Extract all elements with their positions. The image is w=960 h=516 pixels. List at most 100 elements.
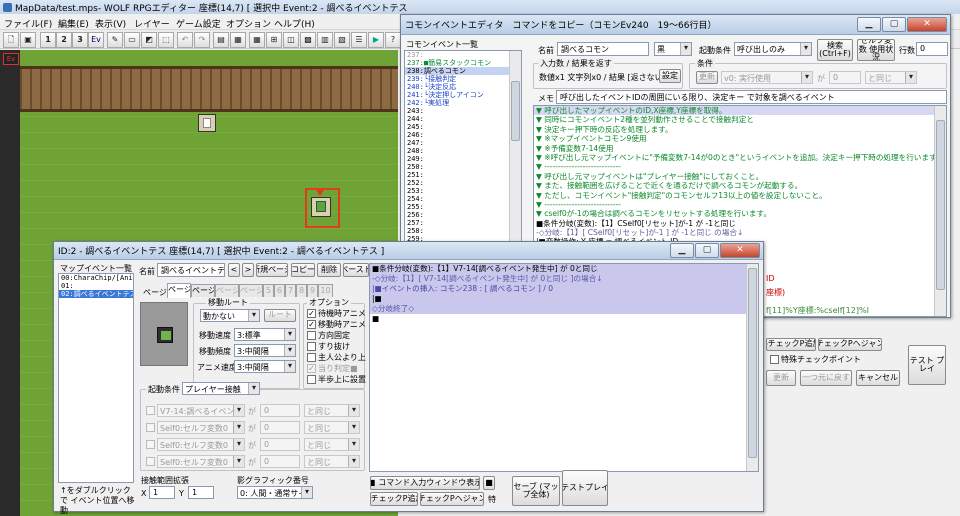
common-command-line[interactable]: ▼ 呼び出したマップイベントのID,X座標,Y座標を取得。 — [534, 106, 946, 116]
map-test-play-button[interactable]: テストプレイ — [562, 470, 608, 506]
paste-page-button[interactable]: ペースト — [343, 263, 369, 277]
contact-x-input[interactable]: 1 — [149, 486, 175, 499]
option-checkbox[interactable]: すり抜け — [307, 341, 350, 352]
common-command-scrollbar[interactable] — [934, 106, 946, 316]
common-list-item[interactable]: 242:└実処理 — [405, 99, 521, 107]
common-list-item[interactable]: 253: — [405, 187, 521, 195]
cond-num-input[interactable]: 0 — [829, 71, 861, 84]
common-command-line[interactable]: ▼ 呼び出し元マップイベントは"プレイヤー接触"にしておくこと。 — [534, 172, 946, 181]
select-tool-icon[interactable]: ⬚ — [158, 32, 174, 48]
maximize-icon[interactable]: ▢ — [695, 243, 719, 258]
common-command-line[interactable]: -◇分岐:【1】[ CSelf0[リセット]が-1 ] が -1と同じ の場合↓ — [534, 228, 946, 237]
cond-update-button[interactable]: 更新 — [696, 71, 718, 84]
common-list-item[interactable]: 255: — [405, 203, 521, 211]
option-checkbox[interactable]: ✓ 待機時アニメ — [307, 308, 366, 319]
fill-tool-icon[interactable]: ◩ — [141, 32, 157, 48]
common-list-item[interactable]: 254: — [405, 195, 521, 203]
anim-speed-select[interactable]: 3:中間隔 — [234, 360, 296, 373]
tab-page-5[interactable]: 5 — [263, 284, 274, 297]
common-checkpoint-next-button[interactable]: 次チェックPへジャンプ — [818, 338, 882, 351]
common-list-item[interactable]: 237:■簡易スタックコモン — [405, 59, 521, 67]
tab-page-9[interactable]: 9 — [307, 284, 318, 297]
new-page-button[interactable]: 新規ページ — [256, 263, 288, 277]
cond-row-var-select[interactable]: V7-14:調べるイベント発 — [157, 404, 245, 417]
option-checkbox-box[interactable] — [307, 353, 316, 362]
move-type-select[interactable]: 動かない — [200, 309, 260, 322]
delete-page-button[interactable]: 削除 — [317, 263, 341, 277]
cond-row-var-select[interactable]: Self0:セルフ変数0 — [157, 455, 245, 468]
map-event-command-line[interactable]: ■条件分岐(変数):【1】V7-14[調べるイベント発生中] が 0と同じ — [370, 264, 758, 274]
save-map-button[interactable]: セーブ (マップ全体) — [512, 476, 560, 506]
redo-icon[interactable]: ↷ — [194, 32, 210, 48]
layer-view-icon[interactable]: ▥ — [317, 32, 333, 48]
common-list-item[interactable]: 241:└決定押しアイコン — [405, 91, 521, 99]
map-event-command-line[interactable]: |■イベントの挿入: コモン238 : [ 調べるコモン ] / 0 — [370, 284, 758, 294]
map-event-command-scrollbar[interactable] — [746, 264, 758, 471]
next-page-button[interactable]: > — [242, 263, 254, 277]
tab-page-6[interactable]: 6 — [274, 284, 285, 297]
common-list-item[interactable]: 249: — [405, 155, 521, 163]
common-event-icon[interactable]: ▦ — [230, 32, 246, 48]
common-list-item[interactable]: 238:調べるコモン — [405, 67, 521, 75]
option-checkbox-box[interactable]: ✓ — [307, 309, 316, 318]
map-event-sign[interactable] — [198, 114, 216, 132]
common-command-line[interactable]: ▼ ※マップイベントコモン9使用 — [534, 134, 946, 143]
cond-row-checkbox[interactable] — [146, 457, 155, 466]
common-command-line[interactable]: ▼ ※予備変数7-14使用 — [534, 144, 946, 153]
map-event-list-item[interactable]: 01: — [59, 282, 133, 290]
event-graphic-preview[interactable] — [140, 302, 188, 366]
common-command-line[interactable]: ▼ 同時にコモンイベント2種を並列動作させることで接触判定と — [534, 115, 946, 124]
database-icon[interactable]: ▤ — [213, 32, 229, 48]
option-checkbox-box[interactable]: ✓ — [307, 364, 316, 373]
move-freq-select[interactable]: 3:中間隔 — [234, 344, 296, 357]
start-cond-select[interactable]: プレイヤー接触 — [182, 382, 260, 395]
map-event-list-item[interactable]: 00:CharaChip/[Animal] — [59, 274, 133, 282]
close-icon[interactable]: ✕ — [907, 17, 947, 32]
common-checkpoint-add-button[interactable]: ◆チェックP追加 — [766, 338, 816, 351]
layer-2-button[interactable]: 2 — [56, 32, 72, 48]
option-checkbox[interactable]: 主人公より上 — [307, 352, 366, 363]
cond-row-num-input[interactable]: 0 — [260, 404, 300, 417]
common-list-item[interactable]: 244: — [405, 115, 521, 123]
move-speed-select[interactable]: 3:標準 — [234, 328, 296, 341]
special-checkpoint-check[interactable]: 特殊チェックポイント — [770, 354, 861, 365]
common-list-item[interactable]: 240:└決定反応 — [405, 83, 521, 91]
option-checkbox-box[interactable]: ✓ — [307, 320, 316, 329]
common-command-line[interactable]: ▼ cself0が-1の場合は調べるコモンをリセットする処理を行います。 — [534, 209, 946, 218]
cond-row-checkbox[interactable] — [146, 440, 155, 449]
contact-y-input[interactable]: 1 — [188, 486, 214, 499]
common-command-line[interactable]: ▼ ---------------------------- — [534, 162, 946, 171]
trigger-select[interactable]: 呼び出しのみ — [734, 42, 812, 56]
tab-page-7[interactable]: 7 — [285, 284, 296, 297]
option-checkbox-box[interactable] — [307, 331, 316, 340]
search-button[interactable]: 検索 (Ctrl+F) — [817, 39, 853, 61]
common-list-item[interactable]: 251: — [405, 171, 521, 179]
option-checkbox[interactable]: 方向固定 — [307, 330, 350, 341]
route-button[interactable]: ルート — [264, 309, 296, 322]
prev-page-button[interactable]: < — [228, 263, 240, 277]
pencil-icon[interactable]: ✎ — [107, 32, 123, 48]
cond-row-var-select[interactable]: Self0:セルフ変数0 — [157, 438, 245, 451]
common-list-item[interactable]: 250: — [405, 163, 521, 171]
map-event-command-list[interactable]: ■条件分岐(変数):【1】V7-14[調べるイベント発生中] が 0と同じ -◇分… — [369, 263, 759, 472]
tab-page-4[interactable]: ページ4 — [239, 284, 263, 297]
color-select[interactable]: 黒 — [654, 42, 692, 56]
common-list-item[interactable]: 248: — [405, 147, 521, 155]
option-checkbox-box[interactable] — [307, 375, 316, 384]
common-command-line[interactable]: ■条件分岐(変数):【1】CSelf0[リセット]が-1 が -1と同じ — [534, 219, 946, 228]
event-name-input[interactable]: 調べるイベントテス — [157, 263, 225, 277]
common-list-item[interactable]: 257: — [405, 219, 521, 227]
common-command-line[interactable]: ▼ 決定キー押下時の反応を処理します。 — [534, 125, 946, 134]
self-var-usage-button[interactable]: セルフ変数 使用状況 — [857, 39, 895, 61]
common-command-line[interactable]: ▼ ---------------------------- — [534, 200, 946, 209]
common-list-item[interactable]: 243: — [405, 107, 521, 115]
cond-row-op-select[interactable]: と同じ — [304, 438, 360, 451]
map-checkpoint-next-button[interactable]: 次チェックPへジャンプ — [420, 492, 484, 506]
event-layer-button[interactable]: Ev — [88, 32, 104, 48]
special-checkpoint-box[interactable] — [770, 355, 779, 364]
common-list-item[interactable]: 246: — [405, 131, 521, 139]
map-event-list[interactable]: 00:CharaChip/[Animal] 01: 02:調べるイベントテス — [58, 273, 134, 483]
common-name-input[interactable]: 調べるコモン — [557, 42, 649, 56]
play-icon[interactable]: ▶ — [368, 32, 384, 48]
option-checkbox[interactable]: ✓ 移動時アニメ — [307, 319, 366, 330]
